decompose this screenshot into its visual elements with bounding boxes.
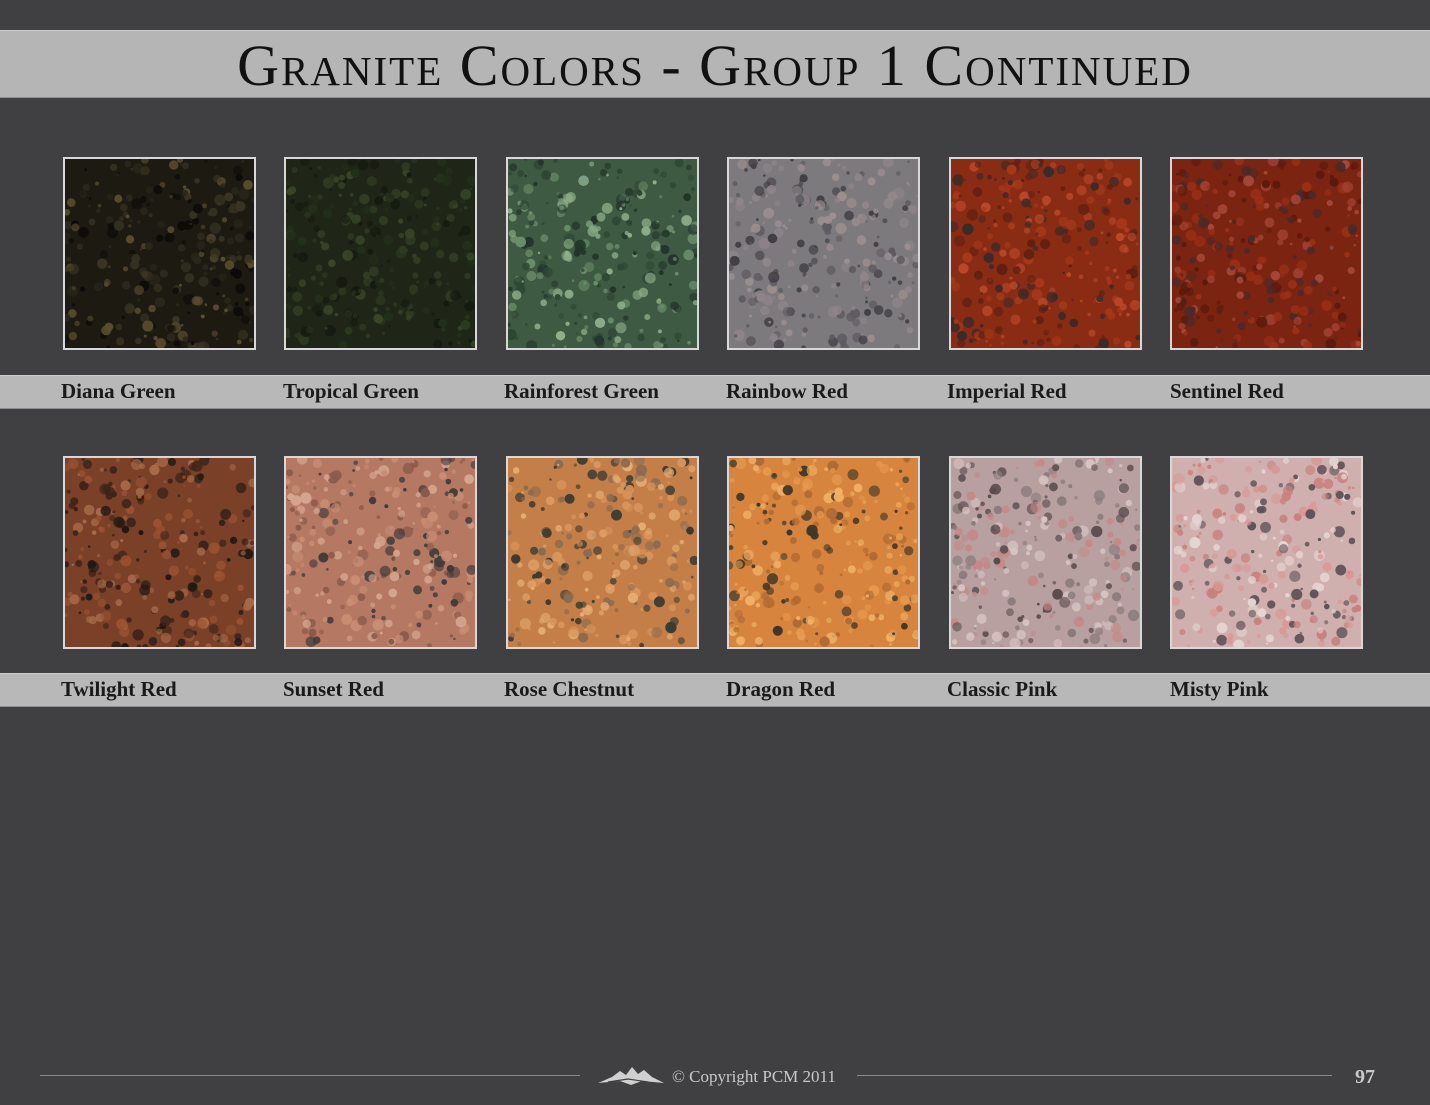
- granite-swatch: [506, 157, 699, 350]
- swatch-label: Tropical Green: [283, 379, 419, 403]
- swatch-label: Sunset Red: [283, 677, 384, 701]
- swatch-label: Rainforest Green: [504, 379, 659, 403]
- swatch-label: Rose Chestnut: [504, 677, 635, 701]
- granite-texture: [729, 159, 918, 348]
- swatch-label: Classic Pink: [947, 677, 1058, 701]
- granite-swatch: [63, 157, 256, 350]
- granite-texture: [286, 159, 475, 348]
- swatch-label: Diana Green: [61, 379, 176, 403]
- granite-swatch: [1170, 456, 1363, 649]
- granite-texture: [1172, 159, 1361, 348]
- granite-texture: [508, 458, 697, 647]
- granite-texture: [65, 159, 254, 348]
- granite-swatch: [1170, 157, 1363, 350]
- granite-texture: [951, 159, 1140, 348]
- swatch-label: Dragon Red: [726, 677, 836, 701]
- granite-swatch: [727, 456, 920, 649]
- title-bar: Granite Colors - Group 1 Continued: [0, 30, 1430, 98]
- copyright-text: © Copyright PCM 2011: [672, 1067, 836, 1086]
- granite-swatch: [727, 157, 920, 350]
- granite-swatch: [949, 157, 1142, 350]
- granite-texture: [65, 458, 254, 647]
- footer-divider-right: [857, 1075, 1332, 1076]
- granite-texture: [951, 458, 1140, 647]
- footer-divider-left: [40, 1075, 580, 1076]
- swatch-label: Misty Pink: [1170, 677, 1269, 701]
- page-number: 97: [1355, 1066, 1375, 1088]
- granite-swatch: [284, 157, 477, 350]
- swatch-label: Twilight Red: [61, 677, 177, 701]
- granite-texture: [508, 159, 697, 348]
- granite-swatch: [284, 456, 477, 649]
- swatch-label: Rainbow Red: [726, 379, 848, 403]
- granite-swatch: [949, 456, 1142, 649]
- granite-swatch: [506, 456, 699, 649]
- granite-swatch: [63, 456, 256, 649]
- granite-texture: [1172, 458, 1361, 647]
- mountain-logo-icon: [598, 1067, 664, 1085]
- page-title: Granite Colors - Group 1 Continued: [237, 33, 1193, 98]
- granite-texture: [729, 458, 918, 647]
- swatch-label: Imperial Red: [947, 379, 1067, 403]
- granite-texture: [286, 458, 475, 647]
- swatch-label: Sentinel Red: [1170, 379, 1284, 403]
